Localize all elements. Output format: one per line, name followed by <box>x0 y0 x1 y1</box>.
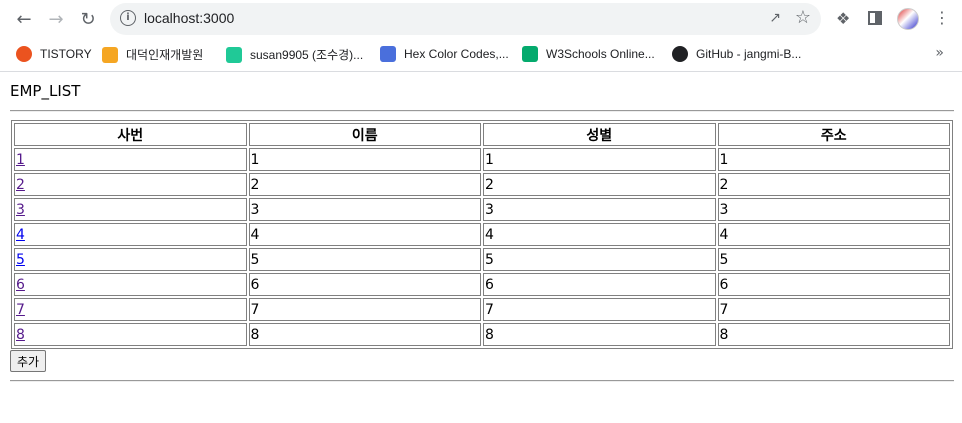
cell-gender: 5 <box>483 248 716 271</box>
table-header-row: 사번 이름 성별 주소 <box>14 123 950 146</box>
bookmark-item[interactable]: TISTORY <box>16 46 92 62</box>
page-title: EMP_LIST <box>10 82 81 100</box>
bookmark-label: W3Schools Online... <box>546 47 655 61</box>
header-address: 주소 <box>717 123 950 146</box>
employee-table: 사번 이름 성별 주소 1111222233334444555566667777… <box>11 120 953 349</box>
top-divider <box>10 110 954 112</box>
emp-detail-link[interactable]: 3 <box>16 202 25 218</box>
bookmark-item[interactable]: W3Schools Online... <box>522 46 655 62</box>
bookmark-label: TISTORY <box>40 47 92 61</box>
table-row: 1111 <box>14 148 950 171</box>
bookmark-label: GitHub - jangmi-B... <box>696 47 802 61</box>
bottom-divider <box>10 380 954 382</box>
cell-emp-no: 2 <box>14 173 247 196</box>
back-arrow-icon[interactable]: ← <box>12 7 36 31</box>
cell-emp-no: 4 <box>14 223 247 246</box>
cell-name: 3 <box>248 198 481 221</box>
cell-address: 3 <box>717 198 950 221</box>
emp-detail-link[interactable]: 6 <box>16 277 25 293</box>
page-content: EMP_LIST 사번 이름 성별 주소 1111222233334444555… <box>0 72 962 382</box>
bookmark-label: susan9905 (조수경)... <box>250 48 364 62</box>
cell-emp-no: 6 <box>14 273 247 296</box>
cell-address: 2 <box>717 173 950 196</box>
emp-detail-link[interactable]: 1 <box>16 152 25 168</box>
table-row: 8888 <box>14 323 950 346</box>
cell-emp-no: 8 <box>14 323 247 346</box>
table-row: 7777 <box>14 298 950 321</box>
forward-arrow-icon[interactable]: → <box>44 7 68 31</box>
menu-kebab-icon[interactable]: ⋮ <box>934 8 950 28</box>
extensions-puzzle-icon[interactable]: ❖ <box>836 9 850 28</box>
table-row: 4444 <box>14 223 950 246</box>
share-icon[interactable]: ↗ <box>769 10 781 26</box>
browser-toolbar: ← → ↻ i localhost:3000 ↗ ☆ ❖ ⋮ <box>0 0 962 38</box>
w3schools-icon <box>522 46 538 62</box>
bookmark-star-icon[interactable]: ☆ <box>795 7 811 28</box>
cell-gender: 8 <box>483 323 716 346</box>
cell-name: 5 <box>248 248 481 271</box>
cell-name: 1 <box>248 148 481 171</box>
ddit-icon <box>102 46 118 63</box>
table-row: 3333 <box>14 198 950 221</box>
emp-detail-link[interactable]: 7 <box>16 302 25 318</box>
address-bar[interactable]: i localhost:3000 ↗ ☆ <box>110 3 821 35</box>
cell-emp-no: 3 <box>14 198 247 221</box>
bookmark-label: Hex Color Codes,... <box>404 47 509 61</box>
tistory-icon <box>16 46 32 62</box>
reload-icon[interactable]: ↻ <box>76 7 100 31</box>
table-row: 6666 <box>14 273 950 296</box>
more-bookmarks-chevron-icon[interactable]: » <box>935 45 944 61</box>
emp-detail-link[interactable]: 4 <box>16 227 25 243</box>
bookmark-item[interactable]: susan9905 (조수경)... <box>226 46 363 63</box>
bookmark-label: 대덕인재개발원 <box>126 48 204 62</box>
bookmark-item[interactable]: 대덕인재개발원 <box>102 46 203 63</box>
site-info-icon[interactable]: i <box>120 10 136 26</box>
cell-address: 4 <box>717 223 950 246</box>
cell-name: 2 <box>248 173 481 196</box>
cell-emp-no: 1 <box>14 148 247 171</box>
cell-address: 8 <box>717 323 950 346</box>
url-text[interactable]: localhost:3000 <box>144 10 234 26</box>
cell-emp-no: 7 <box>14 298 247 321</box>
bookmark-item[interactable]: GitHub - jangmi-B... <box>672 46 801 62</box>
cell-name: 8 <box>248 323 481 346</box>
header-emp-no: 사번 <box>14 123 247 146</box>
cell-name: 6 <box>248 273 481 296</box>
cell-address: 6 <box>717 273 950 296</box>
cell-name: 7 <box>248 298 481 321</box>
cell-gender: 6 <box>483 273 716 296</box>
header-gender: 성별 <box>483 123 716 146</box>
table-row: 2222 <box>14 173 950 196</box>
book-icon <box>380 46 396 62</box>
velog-icon <box>226 46 242 63</box>
side-panel-icon[interactable] <box>868 11 882 25</box>
cell-gender: 1 <box>483 148 716 171</box>
cell-name: 4 <box>248 223 481 246</box>
add-button[interactable]: 추가 <box>10 350 47 372</box>
emp-detail-link[interactable]: 2 <box>16 177 25 193</box>
bookmarks-bar: » TISTORY 대덕인재개발원 susan9905 (조수경)... Hex Co… <box>0 38 962 72</box>
emp-detail-link[interactable]: 5 <box>16 252 25 268</box>
emp-detail-link[interactable]: 8 <box>16 327 25 343</box>
cell-address: 5 <box>717 248 950 271</box>
cell-gender: 4 <box>483 223 716 246</box>
cell-emp-no: 5 <box>14 248 247 271</box>
cell-gender: 7 <box>483 298 716 321</box>
cell-address: 1 <box>717 148 950 171</box>
profile-avatar[interactable] <box>897 8 919 30</box>
cell-address: 7 <box>717 298 950 321</box>
cell-gender: 2 <box>483 173 716 196</box>
bookmark-item[interactable]: Hex Color Codes,... <box>380 46 509 62</box>
header-name: 이름 <box>248 123 481 146</box>
github-icon <box>672 46 688 62</box>
cell-gender: 3 <box>483 198 716 221</box>
table-row: 5555 <box>14 248 950 271</box>
